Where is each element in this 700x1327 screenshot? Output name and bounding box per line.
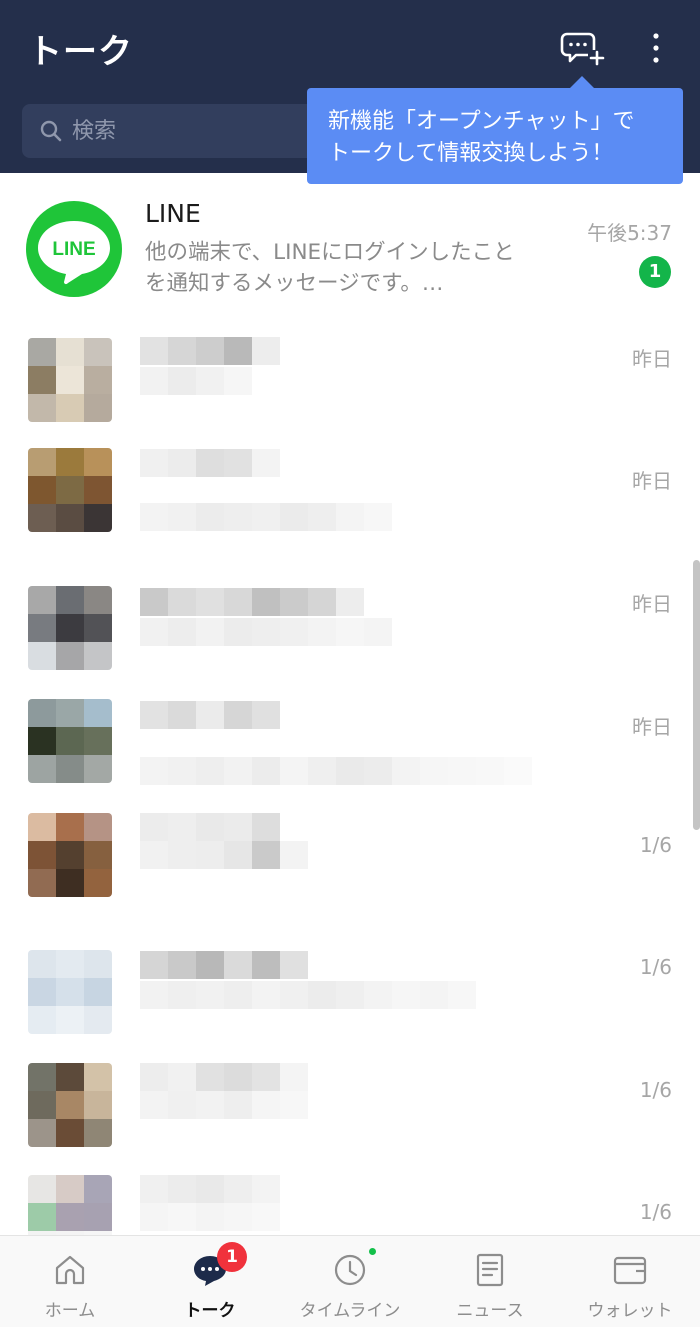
chat-plus-icon <box>560 32 606 66</box>
scrollbar[interactable] <box>693 560 700 830</box>
tab-timeline[interactable]: タイムライン <box>280 1236 420 1327</box>
open-chat-tooltip[interactable]: 新機能「オープンチャット」で トークして情報交換しよう！ <box>307 88 683 184</box>
chat-time: 昨日 <box>632 469 672 493</box>
avatar <box>28 338 112 422</box>
chat-preview <box>140 1203 280 1231</box>
avatar <box>28 950 112 1034</box>
tab-label: タイムライン <box>299 1301 401 1321</box>
chat-time: 1/6 <box>639 1078 672 1102</box>
home-icon <box>55 1255 85 1285</box>
chat-name <box>140 813 280 841</box>
tab-news[interactable]: ニュース <box>420 1236 560 1327</box>
avatar <box>28 1175 112 1235</box>
clock-icon <box>334 1254 366 1286</box>
chat-item[interactable]: 1/6 <box>0 1170 700 1235</box>
chat-preview-line-1: 他の端末で、LINEにログインしたこと <box>145 240 515 265</box>
chat-preview <box>140 1091 308 1119</box>
more-vertical-icon <box>653 33 659 63</box>
timeline-new-dot <box>369 1248 376 1255</box>
chat-name <box>140 449 280 477</box>
chat-preview <box>140 503 392 531</box>
avatar <box>28 448 112 532</box>
chat-item[interactable]: 1/6 <box>0 1048 700 1170</box>
tab-label: トーク <box>184 1301 236 1321</box>
search-input[interactable] <box>72 104 312 158</box>
chat-time: 1/6 <box>639 1200 672 1224</box>
tab-label: ホーム <box>44 1301 96 1321</box>
chat-name: LINE <box>145 199 201 228</box>
chat-preview <box>140 757 532 785</box>
chat-item[interactable]: 昨日 <box>0 313 700 435</box>
chat-preview <box>140 841 308 869</box>
chat-preview <box>140 367 252 395</box>
line-logo-icon: LINE <box>38 221 110 285</box>
search-icon <box>40 120 62 142</box>
chat-name <box>140 588 364 616</box>
chat-preview <box>140 618 392 646</box>
chat-time: 午後5:37 <box>587 221 672 245</box>
chat-time: 昨日 <box>632 715 672 739</box>
tooltip-arrow <box>570 76 594 88</box>
new-chat-button[interactable] <box>560 28 606 68</box>
chat-item[interactable]: 昨日 <box>0 681 700 803</box>
tab-label: ニュース <box>456 1301 524 1321</box>
tooltip-line-1: 新機能「オープンチャット」で <box>328 109 635 134</box>
wallet-icon <box>613 1256 647 1285</box>
chat-item-line[interactable]: LINE LINE 他の端末で、LINEにログインしたこと を通知するメッセージ… <box>0 173 700 297</box>
avatar <box>28 586 112 670</box>
chat-name <box>140 1175 280 1203</box>
news-icon <box>476 1253 504 1287</box>
chat-name <box>140 1063 308 1091</box>
chat-time: 昨日 <box>632 592 672 616</box>
tab-label: ウォレット <box>587 1301 673 1321</box>
avatar <box>28 813 112 897</box>
chat-time: 昨日 <box>632 347 672 371</box>
page-title: トーク <box>28 32 133 72</box>
chat-item[interactable]: 1/6 <box>0 803 700 925</box>
tooltip-line-2: トークして情報交換しよう！ <box>328 141 614 166</box>
chat-time: 1/6 <box>639 955 672 979</box>
search-box[interactable] <box>22 104 322 158</box>
chat-preview-line-2: を通知するメッセージです。… <box>145 271 444 296</box>
avatar <box>28 1063 112 1147</box>
chat-item[interactable]: 昨日 <box>0 558 700 680</box>
avatar: LINE <box>26 201 122 297</box>
avatar <box>28 699 112 783</box>
chat-name <box>140 951 308 979</box>
unread-badge: 1 <box>639 256 671 288</box>
talk-unread-badge: 1 <box>217 1242 247 1272</box>
chat-name <box>140 337 280 365</box>
chat-preview: 他の端末で、LINEにログインしたこと を通知するメッセージです。… <box>145 237 555 299</box>
chat-list: LINE LINE 他の端末で、LINEにログインしたこと を通知するメッセージ… <box>0 173 700 1235</box>
more-menu-button[interactable] <box>640 28 672 68</box>
bottom-tab-bar: ホーム 1 トーク タイムライン ニュース ウォレット <box>0 1235 700 1327</box>
tab-talk[interactable]: 1 トーク <box>140 1236 280 1327</box>
line-logo-text: LINE <box>52 239 95 260</box>
chat-preview <box>140 981 476 1009</box>
chat-item[interactable]: 1/6 <box>0 925 700 1047</box>
tab-wallet[interactable]: ウォレット <box>560 1236 700 1327</box>
chat-item[interactable]: 昨日 <box>0 435 700 557</box>
chat-name <box>140 701 280 729</box>
chat-time: 1/6 <box>639 833 672 857</box>
tab-home[interactable]: ホーム <box>0 1236 140 1327</box>
